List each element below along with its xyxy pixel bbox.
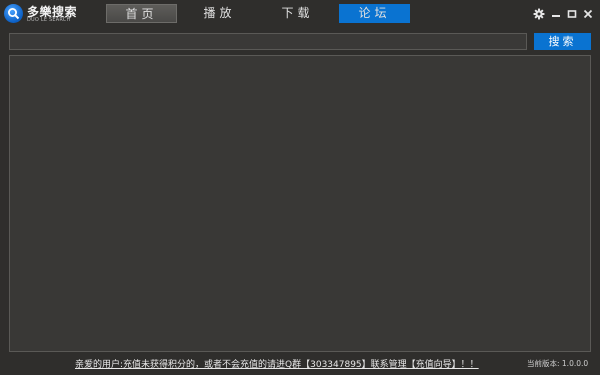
tab-play[interactable]: 播放 — [184, 4, 255, 23]
tab-download[interactable]: 下载 — [262, 4, 333, 23]
search-icon — [4, 4, 23, 23]
maximize-icon[interactable] — [565, 6, 579, 20]
close-icon[interactable] — [581, 6, 595, 20]
search-input[interactable] — [9, 33, 527, 50]
app-logo: 多樂搜索 DUO LE SEARCH — [4, 3, 94, 25]
minimize-icon[interactable] — [549, 6, 563, 20]
app-subtitle: DUO LE SEARCH — [27, 17, 71, 23]
tab-forum[interactable]: 论坛 — [339, 4, 410, 23]
title-bar: 多樂搜索 DUO LE SEARCH 首页 播放 下载 论坛 — [0, 0, 600, 28]
content-panel — [9, 55, 591, 352]
recharge-notice-link[interactable]: 亲爱的用户:充值未获得积分的，或者不会充值的请进Q群【303347895】联系管… — [75, 357, 479, 370]
version-label: 当前版本: 1.0.0.0 — [527, 359, 589, 368]
search-button[interactable]: 搜索 — [534, 33, 591, 50]
tab-home[interactable]: 首页 — [106, 4, 177, 23]
gear-icon[interactable] — [532, 6, 546, 20]
